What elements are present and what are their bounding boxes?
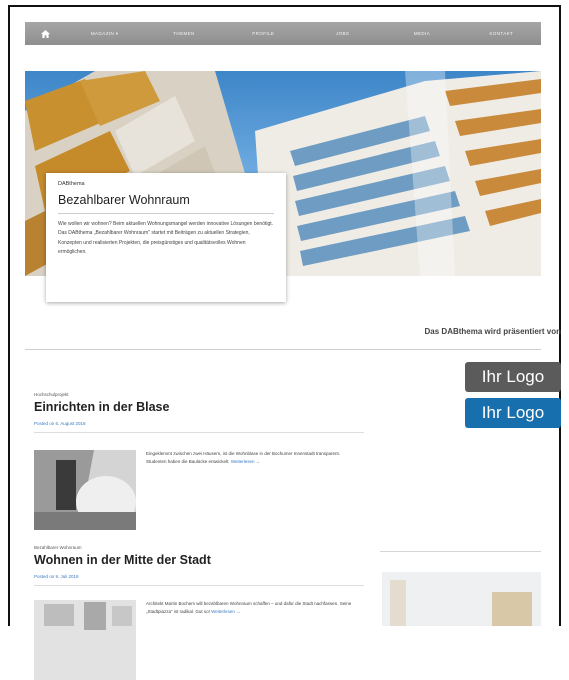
post-item: Bezahlbarer Wohnraum Wohnen in der Mitte… [34, 545, 364, 680]
main-nav: MAGAZIN ▾ THEMEN PROFILE JOBS MEDIA KONT… [25, 22, 541, 45]
post-item: Hochschulprojekt Einrichten in der Blase… [34, 392, 364, 530]
sidebar-image-graphic [382, 572, 541, 626]
post-divider [34, 432, 364, 433]
post-thumbnail[interactable] [34, 450, 136, 530]
read-more-link[interactable]: Weiterlesen → [211, 609, 240, 614]
nav-item-magazin[interactable]: MAGAZIN ▾ [65, 31, 144, 37]
home-icon [40, 29, 50, 38]
post-title[interactable]: Wohnen in der Mitte der Stadt [34, 553, 364, 567]
post-thumbnail[interactable] [34, 600, 136, 680]
read-more-link[interactable]: Weiterlesen → [231, 459, 260, 464]
section-divider [25, 349, 541, 350]
nav-item-profile[interactable]: PROFILE [224, 31, 303, 36]
sponsor-text: Das DABthema wird präsentiert von [424, 327, 561, 336]
post-excerpt: Architekt Martin Bochem will bezahlbaren… [146, 600, 356, 615]
nav-item-media[interactable]: MEDIA [382, 31, 461, 36]
sidebar-image[interactable] [382, 572, 541, 626]
post-date[interactable]: Posted on 9. Juli 2018 [34, 574, 364, 579]
nav-item-kontakt[interactable]: KONTAKT [462, 31, 541, 36]
nav-item-jobs[interactable]: JOBS [303, 31, 382, 36]
sponsor-logo-blue[interactable]: Ihr Logo [465, 398, 561, 428]
hero-card[interactable]: DABthema Bezahlbarer Wohnraum Wie wollen… [46, 173, 286, 302]
post-kicker: Bezahlbarer Wohnraum [34, 545, 82, 550]
nav-item-themen[interactable]: THEMEN [144, 31, 223, 36]
post-excerpt: Eingeklemmt zwischen zwei Häusern, ist d… [146, 450, 356, 465]
home-button[interactable] [25, 22, 65, 45]
hero-title[interactable]: Bezahlbarer Wohnraum [58, 193, 274, 207]
post-divider [34, 585, 364, 586]
post-date[interactable]: Posted on 6. August 2018 [34, 421, 364, 426]
post-title[interactable]: Einrichten in der Blase [34, 400, 364, 414]
post-kicker: Hochschulprojekt [34, 392, 69, 397]
sponsor-logo-gray[interactable]: Ihr Logo [465, 362, 561, 392]
sidebar-divider [380, 551, 541, 552]
post-excerpt-text: Architekt Martin Bochem will bezahlbaren… [146, 601, 352, 614]
post-thumbnail-image [34, 450, 136, 530]
hero-divider [58, 213, 274, 214]
hero-kicker: DABthema [58, 181, 85, 187]
hero-body: Wie wollen wir wohnen? Beim aktuellen Wo… [58, 221, 274, 256]
post-thumbnail-image [34, 600, 136, 680]
